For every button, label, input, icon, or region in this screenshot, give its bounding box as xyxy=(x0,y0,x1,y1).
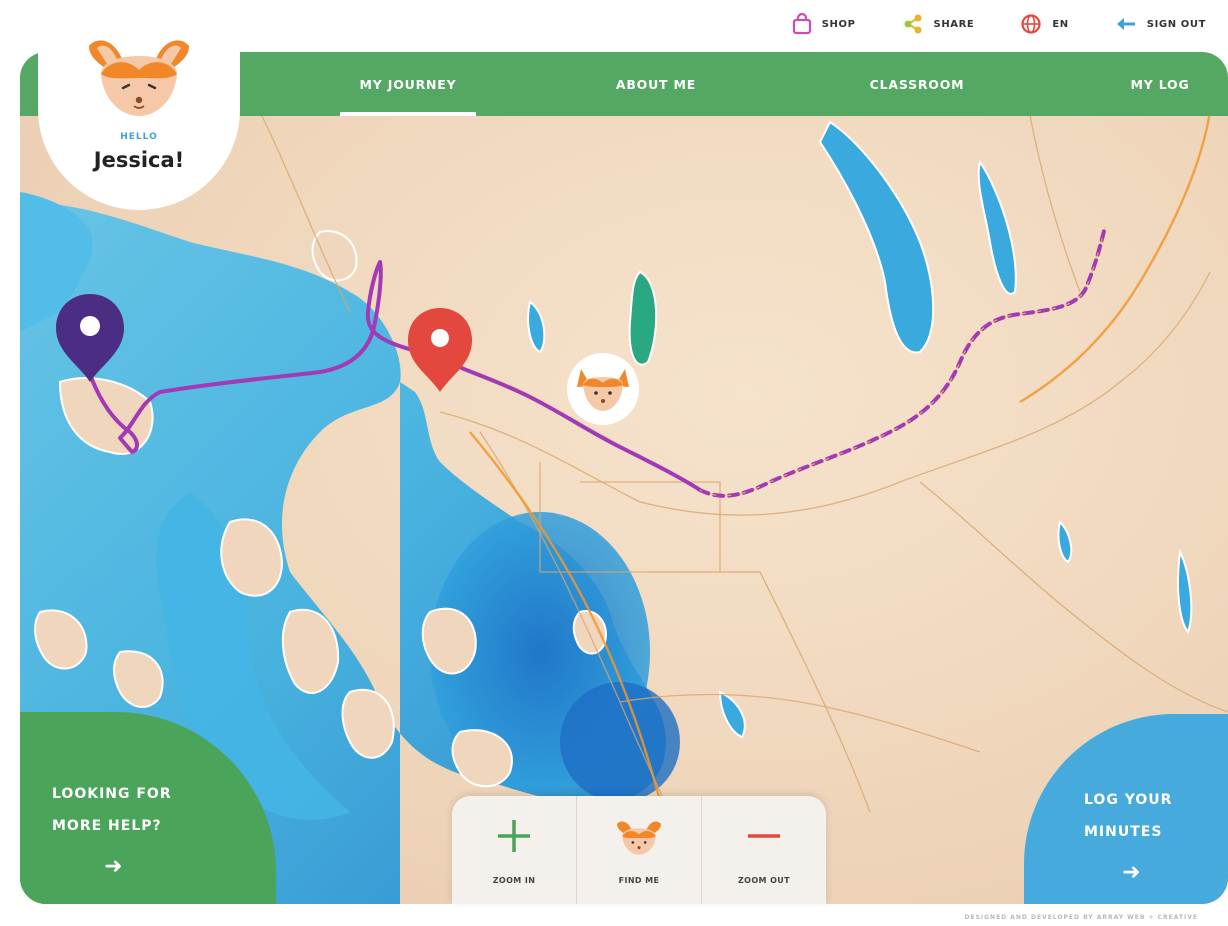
zoom-in-label: ZOOM IN xyxy=(492,876,536,885)
find-me-button[interactable]: FIND ME xyxy=(576,796,701,904)
find-me-label: FIND ME xyxy=(618,876,660,885)
share-link[interactable]: SHARE xyxy=(902,13,975,35)
sign-out-label: SIGN OUT xyxy=(1146,18,1206,30)
arrow-right-icon: ➜ xyxy=(1122,860,1141,885)
arrow-left-icon xyxy=(1115,16,1137,32)
globe-icon xyxy=(1020,13,1042,35)
zoom-out-label: ZOOM OUT xyxy=(737,876,791,885)
language-selector[interactable]: EN xyxy=(1020,13,1068,35)
fox-position-marker[interactable] xyxy=(567,353,639,425)
tab-classroom-label: CLASSROOM xyxy=(869,76,965,92)
share-label: SHARE xyxy=(933,18,975,30)
sign-out-link[interactable]: SIGN OUT xyxy=(1115,16,1206,32)
tab-my-journey[interactable]: MY JOURNEY xyxy=(340,52,476,116)
tab-my-log[interactable]: MY LOG xyxy=(1108,52,1212,116)
share-icon xyxy=(902,13,924,35)
tab-about-me-label: ABOUT ME xyxy=(615,76,697,92)
tab-my-log-label: MY LOG xyxy=(1130,76,1190,92)
greeting-hello: HELLO xyxy=(120,132,158,142)
arrow-right-icon: ➜ xyxy=(104,854,123,879)
utility-bar: SHOP SHARE EN SIGN OUT xyxy=(746,8,1206,40)
minus-icon xyxy=(702,816,826,856)
shopping-bag-icon xyxy=(792,13,812,35)
more-help-label: LOOKING FOR MORE HELP? xyxy=(52,786,172,834)
user-name: Jessica! xyxy=(93,148,185,172)
log-minutes-label: LOG YOUR MINUTES xyxy=(1084,792,1173,840)
zoom-out-button[interactable]: ZOOM OUT xyxy=(701,796,826,904)
tab-classroom[interactable]: CLASSROOM xyxy=(842,52,992,116)
tab-about-me[interactable]: ABOUT ME xyxy=(588,52,724,116)
shop-link[interactable]: SHOP xyxy=(792,13,856,35)
tab-my-journey-label: MY JOURNEY xyxy=(359,76,457,92)
page: SHOP SHARE EN SIGN OUT MY JOURNEY ABOUT … xyxy=(0,0,1228,926)
footer-credit: DESIGNED AND DEVELOPED BY ARRAY WEB + CR… xyxy=(964,914,1198,921)
fox-icon xyxy=(577,816,701,860)
fox-avatar-icon xyxy=(89,40,189,116)
language-label: EN xyxy=(1052,18,1069,30)
deep-basin-south xyxy=(560,682,680,802)
zoom-in-button[interactable]: ZOOM IN xyxy=(452,796,576,904)
greeting-badge[interactable]: HELLO Jessica! xyxy=(38,0,240,210)
shop-label: SHOP xyxy=(821,18,856,30)
map-controls: ZOOM IN FIND ME ZOOM OUT xyxy=(452,796,826,904)
plus-icon xyxy=(452,816,576,856)
